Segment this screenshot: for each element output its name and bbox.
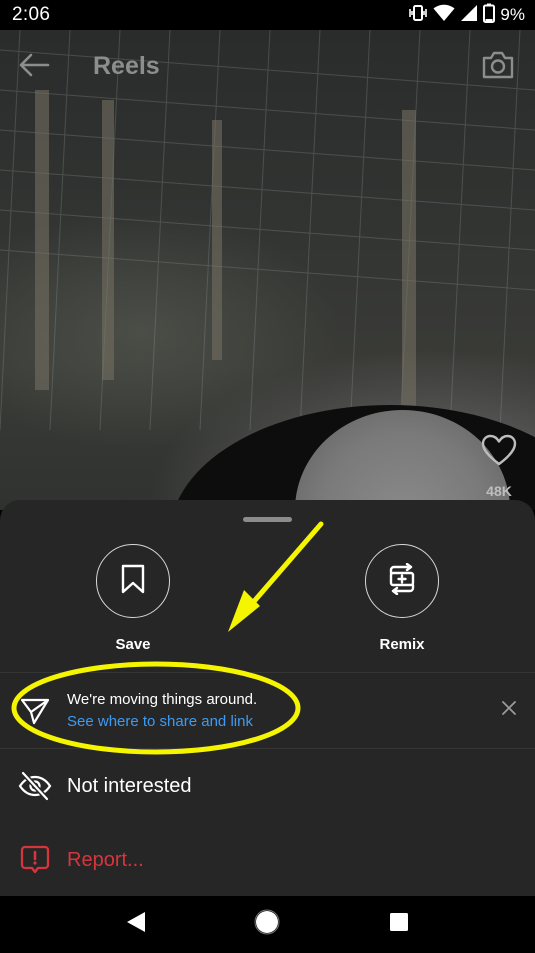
notice-title: We're moving things around. [67, 691, 258, 708]
status-bar: 2:06 9% [0, 0, 535, 30]
status-time: 2:06 [12, 4, 51, 25]
battery-level: 9% [500, 5, 525, 24]
dismiss-notice-button[interactable] [497, 698, 521, 722]
nav-home-button[interactable] [247, 905, 287, 945]
page-title: Reels [93, 52, 160, 80]
fence-post [402, 110, 416, 410]
options-bottom-sheet: Save Remix We're moving things around. S… [0, 500, 535, 896]
remix-label: Remix [379, 636, 425, 653]
save-action[interactable]: Save [83, 544, 183, 653]
back-button[interactable] [14, 50, 54, 84]
battery-icon [483, 3, 496, 28]
wifi-icon [433, 4, 455, 27]
camera-button[interactable] [478, 48, 518, 86]
reels-header: Reels [0, 30, 535, 104]
system-nav-bar [0, 896, 535, 953]
share-link[interactable]: See where to share and link [67, 713, 253, 730]
save-button[interactable] [96, 544, 170, 618]
fence-post [212, 120, 222, 360]
remix-button[interactable] [365, 544, 439, 618]
report-icon [17, 844, 53, 876]
fence-post [102, 100, 114, 380]
nav-recents-button[interactable] [379, 905, 419, 945]
report-label: Report... [67, 849, 144, 871]
drag-handle[interactable] [243, 517, 292, 522]
triangle-back-icon [125, 910, 147, 939]
nav-back-button[interactable] [116, 905, 156, 945]
report-item[interactable]: Report... [0, 824, 535, 896]
close-icon [501, 700, 517, 721]
divider [0, 748, 535, 749]
share-notice: We're moving things around. See where to… [0, 673, 535, 748]
cell-signal-icon [460, 4, 478, 27]
arrow-left-icon [18, 53, 50, 82]
not-interested-item[interactable]: Not interested [0, 750, 535, 822]
not-interested-label: Not interested [67, 775, 192, 797]
save-label: Save [115, 636, 151, 653]
eye-off-icon [17, 770, 53, 802]
like-button[interactable] [478, 432, 520, 472]
remix-action[interactable]: Remix [352, 544, 452, 653]
vibrate-icon [408, 4, 428, 27]
camera-icon [481, 50, 515, 85]
like-count: 48K [486, 483, 512, 499]
home-circle-icon [254, 909, 280, 940]
heart-icon [481, 434, 517, 471]
remix-icon [385, 562, 419, 600]
status-icons: 9% [408, 3, 525, 28]
bookmark-icon [120, 564, 146, 599]
square-recents-icon [389, 912, 409, 937]
fence-post [35, 90, 49, 390]
paper-plane-icon [20, 697, 50, 725]
